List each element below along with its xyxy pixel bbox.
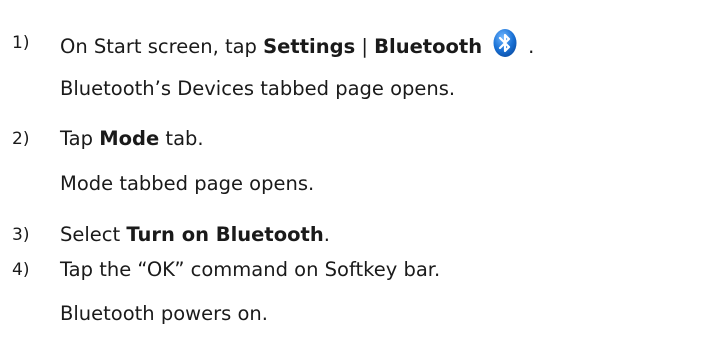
step-number: 2) [12, 129, 30, 149]
step-text: Select Turn on Bluetooth. [60, 220, 330, 250]
step-text-post: . [323, 223, 330, 246]
step-number: 1) [12, 33, 30, 53]
step-text-post: . [528, 35, 535, 58]
bluetooth-icon [490, 28, 520, 58]
mode-label: Mode [99, 127, 160, 150]
step-text: On Start screen, tap Settings | Bluetoot… [60, 28, 534, 62]
step-text-post: tab. [159, 127, 204, 150]
step-number: 4) [12, 260, 30, 280]
step-number: 3) [12, 225, 30, 245]
step-result: Mode tabbed page opens. [60, 172, 315, 195]
step-text-pre: Tap [60, 127, 100, 150]
step-result: Bluetooth’s Devices tabbed page opens. [60, 77, 456, 100]
step-text-pre: On Start screen, tap [60, 35, 264, 58]
turn-on-bluetooth-label: Turn on Bluetooth [126, 223, 324, 246]
separator: | [355, 35, 375, 58]
step-text-pre: Select [60, 223, 127, 246]
bluetooth-label: Bluetooth [374, 35, 483, 58]
step-text: Tap the “OK” command on Softkey bar. [60, 258, 441, 281]
step-result: Bluetooth powers on. [60, 302, 268, 325]
settings-label: Settings [263, 35, 356, 58]
step-text: Tap Mode tab. [60, 124, 204, 154]
